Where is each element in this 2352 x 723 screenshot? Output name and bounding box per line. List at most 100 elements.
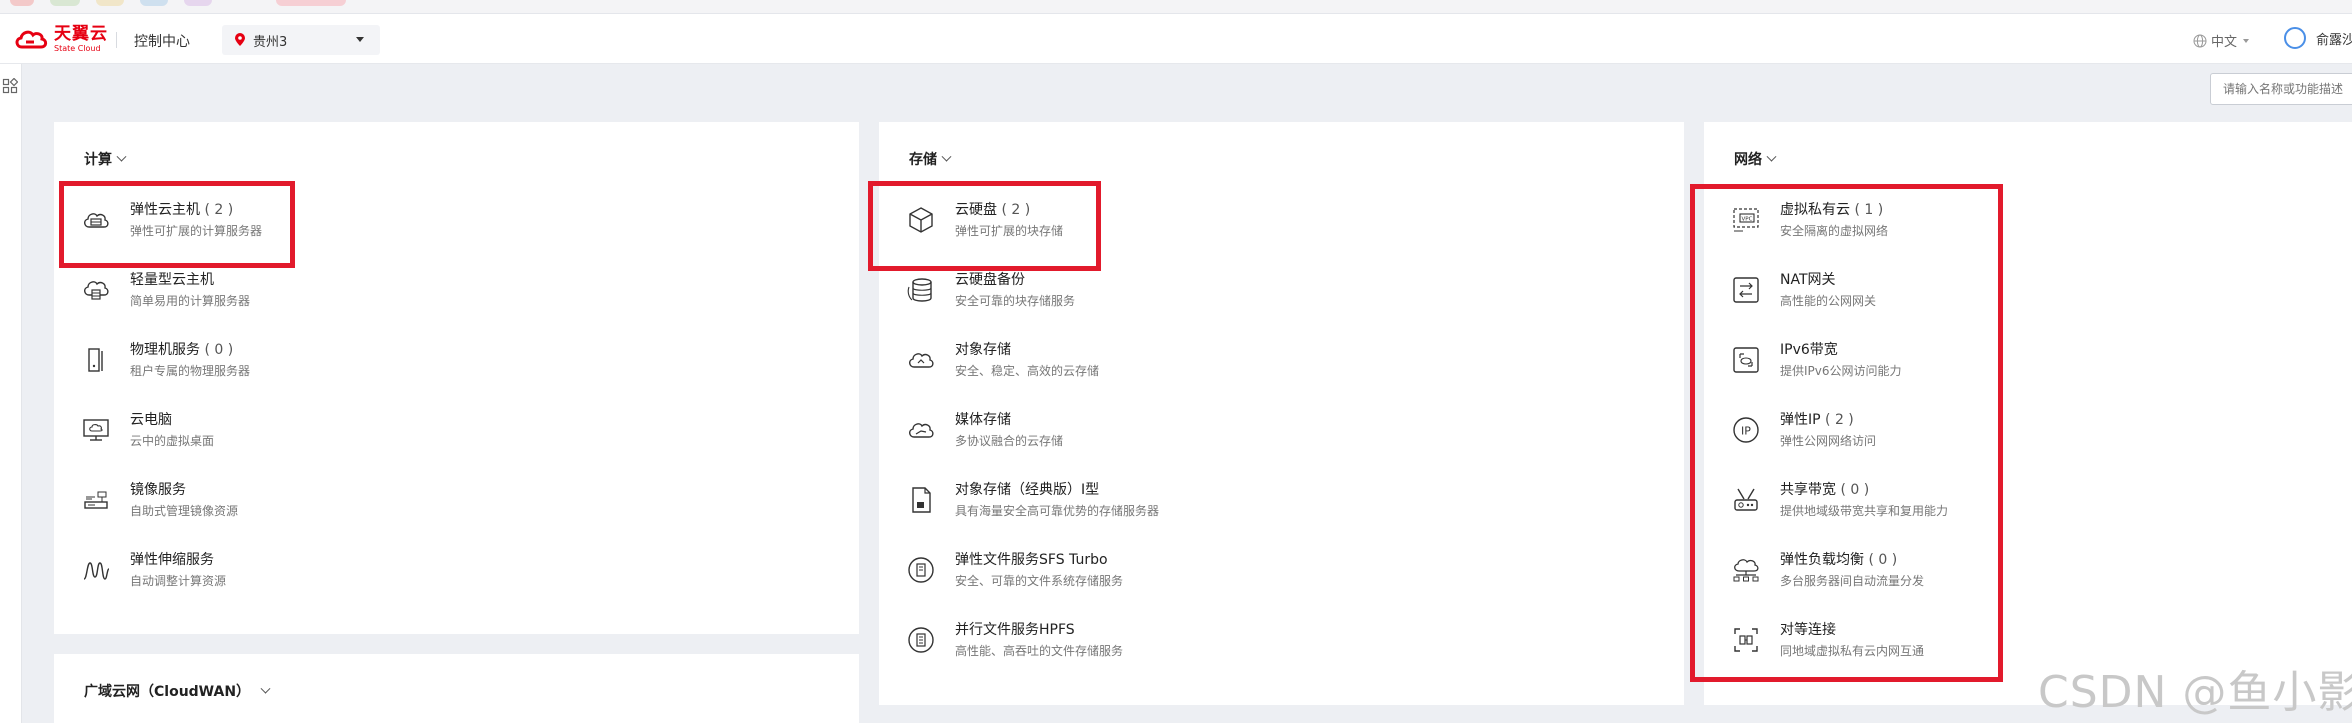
service-item-shared-bandwidth[interactable]: 共享带宽 ( 0 ) 提供地域级带宽共享和复用能力: [1728, 470, 2148, 530]
storage-panel-title[interactable]: 存储: [909, 149, 952, 169]
service-desc: 同地域虚拟私有云内网互通: [1780, 643, 1925, 658]
cloud-disk-icon: [903, 202, 939, 238]
media-storage-icon: [903, 412, 939, 448]
object-storage-icon: [903, 342, 939, 378]
service-item-load-balancer[interactable]: 弹性负载均衡 ( 0 ) 多台服务器间自动流量分发: [1728, 540, 2148, 600]
chevron-down-icon: [260, 683, 271, 694]
service-item-object-storage[interactable]: 对象存储 安全、稳定、高效的云存储: [903, 330, 1323, 390]
network-title-text: 网络: [1734, 152, 1762, 168]
service-desc: 弹性可扩展的计算服务器: [130, 223, 263, 238]
service-desc: 安全、稳定、高效的云存储: [955, 363, 1100, 378]
shared-bandwidth-icon: [1728, 482, 1764, 518]
cloud-server-icon: [78, 202, 114, 238]
service-item-cloud-desktop[interactable]: 云电脑 云中的虚拟桌面: [78, 400, 498, 460]
object-storage-classic-icon: [903, 482, 939, 518]
network-panel-title[interactable]: 网络: [1734, 149, 1777, 169]
language-label: 中文: [2211, 35, 2238, 50]
cloudwan-title-text: 广域云网（CloudWAN）: [84, 684, 251, 700]
physical-server-icon: [78, 342, 114, 378]
service-count: ( 1 ): [1854, 201, 1884, 218]
service-desc: 云中的虚拟桌面: [130, 433, 215, 448]
service-desc: 弹性公网网络访问: [1780, 433, 1877, 448]
service-item-disk-backup[interactable]: 云硬盘备份 安全可靠的块存储服务: [903, 260, 1323, 320]
chevron-down-icon: [941, 151, 952, 162]
service-name: 轻量型云主机: [130, 271, 214, 288]
service-item-lightweight-server[interactable]: 轻量型云主机 简单易用的计算服务器: [78, 260, 498, 320]
chevron-down-icon: [356, 37, 364, 42]
service-desc: 自助式管理镜像资源: [130, 503, 239, 518]
service-item-cloud-server[interactable]: 弹性云主机 ( 2 ) 弹性可扩展的计算服务器: [78, 190, 498, 250]
service-name: 对象存储（经典版）Ⅰ型: [955, 481, 1100, 498]
browser-tab-strip: [0, 0, 2352, 14]
service-item-image-service[interactable]: 镜像服务 自助式管理镜像资源: [78, 470, 498, 530]
service-item-cloud-disk[interactable]: 云硬盘 ( 2 ) 弹性可扩展的块存储: [903, 190, 1323, 250]
region-selector[interactable]: 贵州3: [222, 25, 380, 55]
service-name: 虚拟私有云: [1780, 201, 1850, 218]
service-desc: 租户专属的物理服务器: [130, 363, 251, 378]
service-item-object-storage-classic[interactable]: 对象存储（经典版）Ⅰ型 具有海量安全高可靠优势的存储服务器: [903, 470, 1323, 530]
service-name: 并行文件服务HPFS: [955, 621, 1075, 638]
service-count: ( 2 ): [204, 201, 234, 218]
hpfs-icon: [903, 622, 939, 658]
peering-icon: [1728, 622, 1764, 658]
chevron-down-icon: [2243, 38, 2250, 43]
service-count: ( 0 ): [204, 341, 234, 358]
top-header: 天翼云 State Cloud 控制中心 贵州3 中文 俞露沙: [0, 14, 2352, 64]
cloudwan-panel: 广域云网（CloudWAN）: [54, 654, 859, 723]
service-name: IPv6带宽: [1780, 341, 1838, 358]
service-name: 弹性IP: [1780, 411, 1821, 428]
service-item-nat-gateway[interactable]: NAT网关 高性能的公网网关: [1728, 260, 2148, 320]
load-balancer-icon: [1728, 552, 1764, 588]
logo-subtitle: State Cloud: [54, 43, 101, 53]
service-desc: 多台服务器间自动流量分发: [1780, 573, 1925, 588]
storage-panel: 存储 云硬盘 ( 2 ) 弹性可扩展的块存储 云硬盘备份 安全可靠的块存储服务 对…: [879, 122, 1684, 705]
disk-backup-icon: [903, 272, 939, 308]
storage-title-text: 存储: [909, 152, 937, 168]
language-switch[interactable]: 中文: [2193, 31, 2250, 50]
console-link[interactable]: 控制中心: [134, 31, 190, 51]
service-desc: 安全可靠的块存储服务: [955, 293, 1076, 308]
service-item-elastic-ip[interactable]: IP 弹性IP ( 2 ) 弹性公网网络访问: [1728, 400, 2148, 460]
cloudwan-panel-title[interactable]: 广域云网（CloudWAN）: [84, 681, 271, 701]
service-desc: 自动调整计算资源: [130, 573, 227, 588]
header-divider: [116, 32, 117, 48]
service-item-ipv6-bandwidth[interactable]: IPv6带宽 提供IPv6公网访问能力: [1728, 330, 2148, 390]
service-item-hpfs[interactable]: 并行文件服务HPFS 高性能、高吞吐的文件存储服务: [903, 610, 1323, 670]
compute-panel-title[interactable]: 计算: [84, 149, 127, 169]
app-grid-icon[interactable]: [2, 78, 18, 94]
chevron-down-icon: [1766, 151, 1777, 162]
service-item-media-storage[interactable]: 媒体存储 多协议融合的云存储: [903, 400, 1323, 460]
user-menu[interactable]: 俞露沙: [2284, 27, 2352, 49]
globe-icon: [2193, 34, 2207, 47]
service-name: 云电脑: [130, 411, 172, 428]
service-name: 弹性伸缩服务: [130, 551, 214, 568]
service-desc: 弹性可扩展的块存储: [955, 223, 1064, 238]
elastic-ip-icon: IP: [1728, 412, 1764, 448]
brand-logo[interactable]: 天翼云 State Cloud: [14, 24, 108, 54]
service-desc: 提供IPv6公网访问能力: [1780, 363, 1902, 378]
auto-scaling-icon: [78, 552, 114, 588]
user-name: 俞露沙: [2316, 32, 2352, 48]
image-service-icon: [78, 482, 114, 518]
service-item-physical-server[interactable]: 物理机服务 ( 0 ) 租户专属的物理服务器: [78, 330, 498, 390]
service-desc: 简单易用的计算服务器: [130, 293, 251, 308]
left-rail: [0, 64, 22, 723]
service-name: 对等连接: [1780, 621, 1836, 638]
service-name: 弹性负载均衡: [1780, 551, 1864, 568]
logo-name: 天翼云: [54, 23, 108, 44]
service-item-vpc[interactable]: VPC 虚拟私有云 ( 1 ) 安全隔离的虚拟网络: [1728, 190, 2148, 250]
service-search-input[interactable]: [2210, 73, 2352, 105]
ipv6-bandwidth-icon: [1728, 342, 1764, 378]
service-item-sfs-turbo[interactable]: 弹性文件服务SFS Turbo 安全、可靠的文件系统存储服务: [903, 540, 1323, 600]
cloud-desktop-icon: [78, 412, 114, 448]
service-item-auto-scaling[interactable]: 弹性伸缩服务 自动调整计算资源: [78, 540, 498, 600]
service-count: ( 2 ): [1825, 411, 1854, 428]
nat-gateway-icon: [1728, 272, 1764, 308]
service-name: 共享带宽: [1780, 481, 1836, 498]
service-name: 物理机服务: [130, 341, 200, 358]
service-desc: 安全隔离的虚拟网络: [1780, 223, 1889, 238]
service-name: 云硬盘备份: [955, 271, 1025, 288]
lightweight-server-icon: [78, 272, 114, 308]
service-name: NAT网关: [1780, 271, 1836, 288]
svg-text:IP: IP: [1741, 425, 1751, 438]
